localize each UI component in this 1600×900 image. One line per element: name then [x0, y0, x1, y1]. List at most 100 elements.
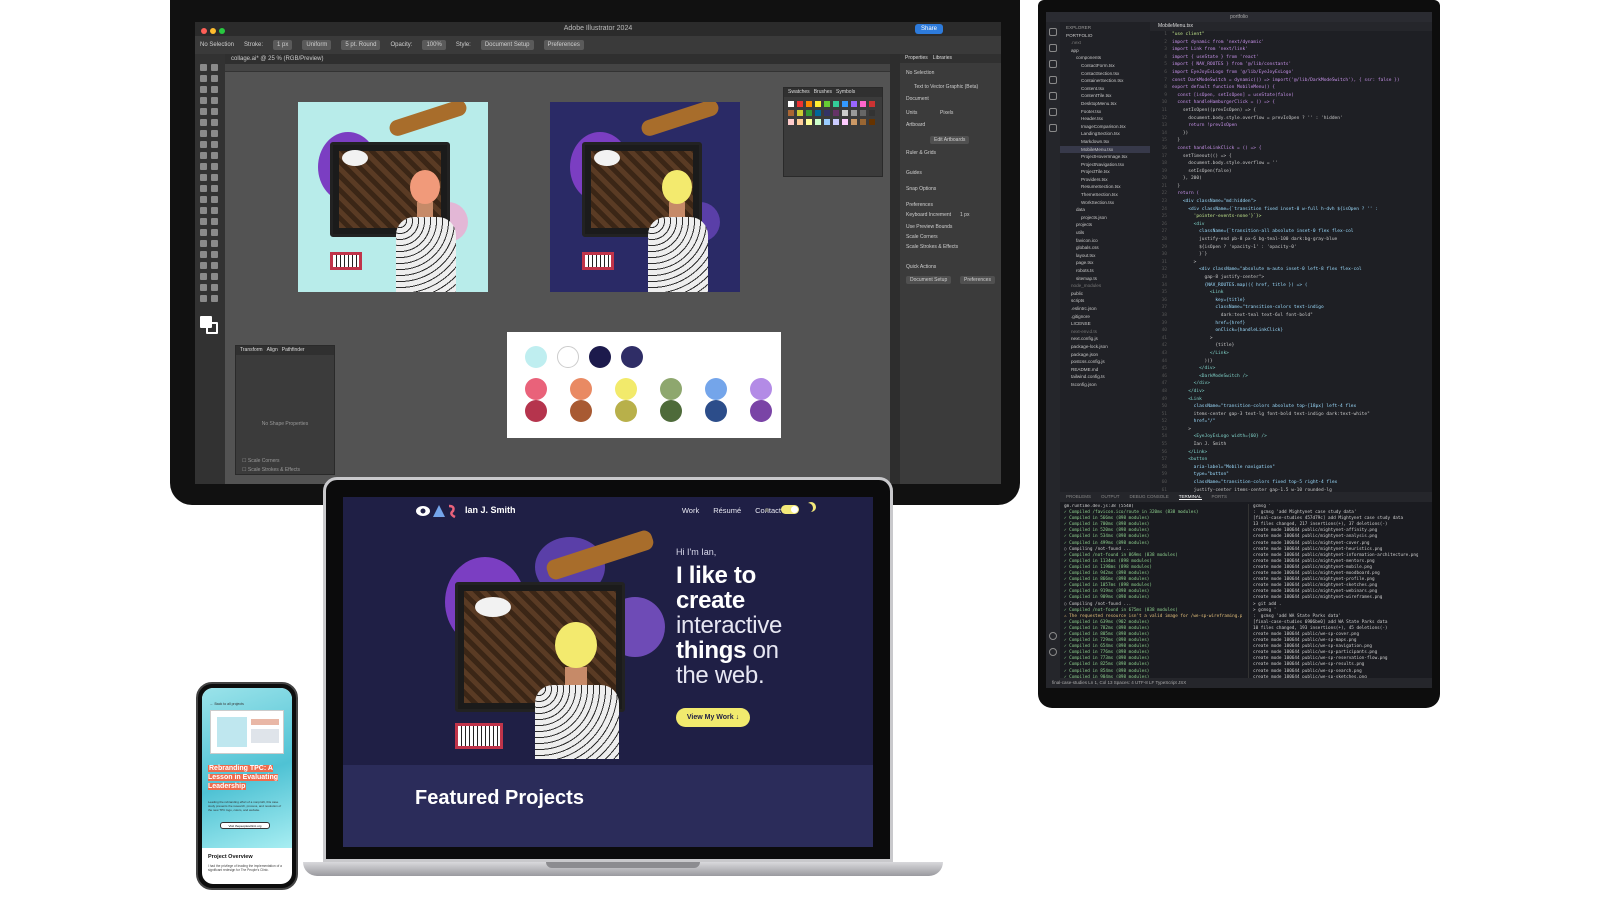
- properties-label[interactable]: Pixels: [940, 110, 953, 116]
- visit-site-button[interactable]: Visit thepeoplesclinic.org: [220, 822, 270, 829]
- properties-tab[interactable]: Properties: [905, 55, 928, 61]
- explorer-item[interactable]: Content.tsx: [1060, 85, 1150, 93]
- swatch-cell[interactable]: [869, 101, 875, 107]
- eye-logo-icon[interactable]: [415, 503, 459, 519]
- tool-icon[interactable]: [211, 130, 218, 137]
- code-line[interactable]: <div className={`transition fixed inset-…: [1172, 206, 1432, 214]
- swatch-cell[interactable]: [824, 119, 830, 125]
- terminal[interactable]: gm.runtime.dev.js:38 (5548) ✓ Compiled /f…: [1060, 502, 1432, 678]
- code-line[interactable]: justify-end pb-8 px-6 bg-teal-100 dark:b…: [1172, 236, 1432, 244]
- code-line[interactable]: }: [1172, 183, 1432, 191]
- explorer-item[interactable]: sitemap.ts: [1060, 275, 1150, 283]
- tool-icon[interactable]: [211, 207, 218, 214]
- code-line[interactable]: return (: [1172, 190, 1432, 198]
- explorer-item[interactable]: Providers.tsx: [1060, 176, 1150, 184]
- explorer-item[interactable]: ContainerSection.tsx: [1060, 77, 1150, 85]
- code-line[interactable]: <Link: [1172, 289, 1432, 297]
- explorer-item[interactable]: page.tsx: [1060, 259, 1150, 267]
- code-line[interactable]: }): [1172, 130, 1432, 138]
- swatch-cell[interactable]: [797, 110, 803, 116]
- remote-icon[interactable]: [1049, 108, 1057, 116]
- swatch-cell[interactable]: [815, 101, 821, 107]
- swatch-cell[interactable]: [851, 119, 857, 125]
- code-line[interactable]: const handleHamburgerClick = () => {: [1172, 99, 1432, 107]
- transform-tabs[interactable]: Transform Align Pathfinder: [236, 346, 334, 355]
- code-line[interactable]: ${isOpen ? 'opacity-1' : 'opacity-0': [1172, 244, 1432, 252]
- explorer-item[interactable]: Header.tsx: [1060, 115, 1150, 123]
- tool-icon[interactable]: [200, 229, 207, 236]
- explorer-item[interactable]: data: [1060, 206, 1150, 214]
- code-line[interactable]: href={href}: [1172, 320, 1432, 328]
- palette-swatch[interactable]: [660, 378, 682, 400]
- panel-tab[interactable]: PORTS: [1212, 494, 1227, 499]
- code-line[interactable]: onClick={handleLinkClick}: [1172, 327, 1432, 335]
- explorer-item[interactable]: next-env.d.ts: [1060, 328, 1150, 336]
- explorer-item[interactable]: package.json: [1060, 351, 1150, 359]
- transform-checkbox[interactable]: ☐ Scale Corners: [242, 458, 300, 464]
- code-line[interactable]: <EyeJoyEsLogo width={60} />: [1172, 433, 1432, 441]
- tool-icon[interactable]: [211, 64, 218, 71]
- code-line[interactable]: </Link>: [1172, 350, 1432, 358]
- tool-icon[interactable]: [211, 196, 218, 203]
- swatch-cell[interactable]: [806, 110, 812, 116]
- explorer-item[interactable]: robots.ts: [1060, 267, 1150, 275]
- swatch-cell[interactable]: [806, 101, 812, 107]
- swatch-cell[interactable]: [869, 110, 875, 116]
- swatch-cell[interactable]: [851, 101, 857, 107]
- explorer-item[interactable]: globals.css: [1060, 244, 1150, 252]
- stroke-color-swatch[interactable]: [206, 322, 218, 334]
- code-line[interactable]: className={`transition-all absolute inse…: [1172, 228, 1432, 236]
- tool-icon[interactable]: [211, 273, 218, 280]
- palette-swatch[interactable]: [705, 400, 727, 422]
- code-line[interactable]: </div>: [1172, 388, 1432, 396]
- explorer-item[interactable]: MobileMenu.tsx: [1060, 145, 1150, 154]
- palette-swatch[interactable]: [750, 378, 772, 400]
- nav-link-résumé[interactable]: Résumé: [713, 506, 741, 515]
- explorer-item[interactable]: ImageComparison.tsx: [1060, 123, 1150, 131]
- palette-swatch[interactable]: [705, 378, 727, 400]
- code-line[interactable]: </Link>: [1172, 449, 1432, 457]
- tool-icon[interactable]: [200, 163, 207, 170]
- tool-icon[interactable]: [200, 273, 207, 280]
- control-item[interactable]: 1 px: [273, 40, 293, 50]
- properties-label[interactable]: Use Preview Bounds: [906, 224, 952, 230]
- code-content[interactable]: "use client" import dynamic from 'next/dy…: [1172, 31, 1432, 492]
- code-line[interactable]: <button: [1172, 456, 1432, 464]
- tool-icon[interactable]: [211, 119, 218, 126]
- code-line[interactable]: const [isOpen, setIsOpen] = useState(fal…: [1172, 92, 1432, 100]
- explorer-item[interactable]: ContactForm.tsx: [1060, 62, 1150, 70]
- explorer-item[interactable]: .eslintrc.json: [1060, 305, 1150, 313]
- transform-tab[interactable]: Pathfinder: [282, 347, 305, 353]
- code-line[interactable]: const handleLinkClick = () => {: [1172, 145, 1432, 153]
- swatches-tab[interactable]: Brushes: [814, 89, 832, 95]
- tool-icon[interactable]: [200, 86, 207, 93]
- code-line[interactable]: import Link from 'next/link': [1172, 46, 1432, 54]
- explorer-item[interactable]: ContactSection.tsx: [1060, 70, 1150, 78]
- explorer-item[interactable]: projects: [1060, 221, 1150, 229]
- artboard-dark[interactable]: [550, 102, 740, 292]
- panel-tab[interactable]: OUTPUT: [1101, 494, 1120, 499]
- panel-tabs[interactable]: PROBLEMS OUTPUT DEBUG CONSOLE TERMINAL PORTS: [1060, 492, 1432, 502]
- explorer-item[interactable]: PORTFOLIO: [1060, 32, 1150, 40]
- control-item[interactable]: 100%: [422, 40, 446, 50]
- explorer-item[interactable]: .gitignore: [1060, 313, 1150, 321]
- tool-icon[interactable]: [200, 75, 207, 82]
- palette-swatch[interactable]: [525, 400, 547, 422]
- swatch-cell[interactable]: [860, 110, 866, 116]
- code-line[interactable]: <div: [1172, 221, 1432, 229]
- explorer-item[interactable]: projects.json: [1060, 214, 1150, 222]
- properties-label[interactable]: Scale Strokes & Effects: [906, 244, 958, 250]
- transform-tab[interactable]: Transform: [240, 347, 263, 353]
- tool-icon[interactable]: [200, 262, 207, 269]
- code-line[interactable]: setTimeout(() => {: [1172, 153, 1432, 161]
- swatch-cell[interactable]: [833, 110, 839, 116]
- tool-icon[interactable]: [211, 174, 218, 181]
- panel-tab[interactable]: TERMINAL: [1178, 494, 1202, 500]
- explorer-item[interactable]: favicon.ico: [1060, 237, 1150, 245]
- code-line[interactable]: </div>: [1172, 365, 1432, 373]
- explorer-item[interactable]: ResumeSection.tsx: [1060, 183, 1150, 191]
- code-line[interactable]: const DarkModeSwitch = dynamic(() => imp…: [1172, 77, 1432, 85]
- explorer-item[interactable]: ContentTile.tsx: [1060, 92, 1150, 100]
- tool-icon[interactable]: [200, 218, 207, 225]
- code-line[interactable]: import { useState } from 'react': [1172, 54, 1432, 62]
